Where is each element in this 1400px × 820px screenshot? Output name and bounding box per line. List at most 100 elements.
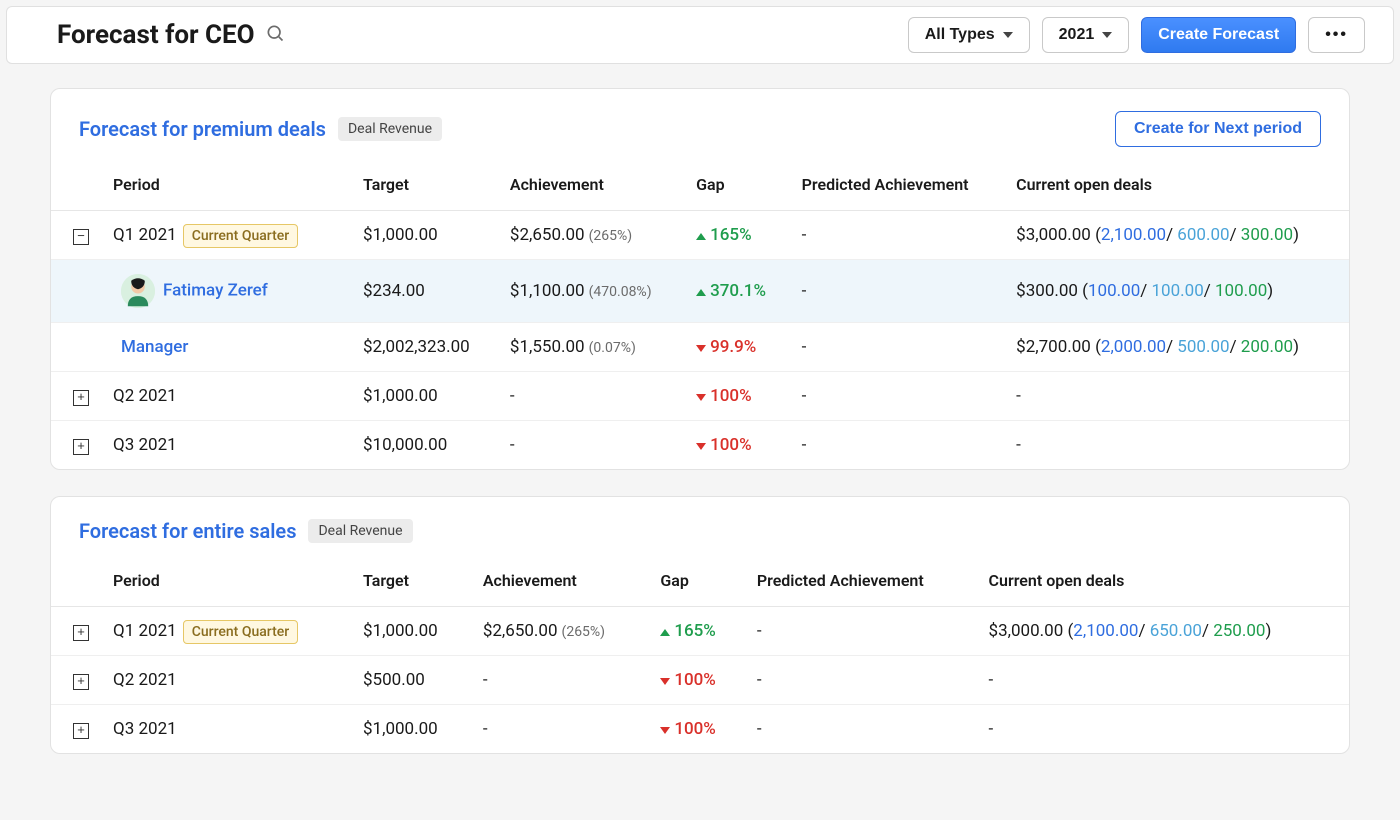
gap-value: 100% bbox=[660, 670, 716, 690]
expand-icon[interactable]: + bbox=[73, 390, 89, 406]
type-filter-dropdown[interactable]: All Types bbox=[908, 17, 1030, 53]
gap-value: 99.9% bbox=[696, 337, 756, 357]
open-deals-value: - bbox=[1016, 386, 1021, 406]
arrow-down-icon bbox=[696, 443, 706, 450]
open-deals-value: $3,000.00 (2,100.00/ 650.00/ 250.00) bbox=[989, 621, 1272, 641]
col-period: Period bbox=[101, 561, 351, 607]
col-achievement: Achievement bbox=[498, 165, 684, 211]
predicted-value: - bbox=[757, 670, 762, 690]
target-value: $234.00 bbox=[363, 281, 425, 301]
open-deals-value: - bbox=[1016, 435, 1021, 455]
gap-value: 100% bbox=[660, 719, 716, 739]
gap-value: 370.1% bbox=[696, 281, 766, 301]
col-period: Period bbox=[101, 165, 351, 211]
table-row: Manager $2,002,323.00 $1,550.00(0.07%) 9… bbox=[51, 323, 1349, 372]
achievement-value: - bbox=[483, 670, 488, 690]
predicted-value: - bbox=[802, 281, 807, 301]
target-value: $1,000.00 bbox=[363, 621, 438, 641]
type-filter-label: All Types bbox=[925, 26, 995, 44]
expand-icon[interactable]: + bbox=[73, 674, 89, 690]
table-row: + Q3 2021 $1,000.00 - 100% - - bbox=[51, 705, 1349, 754]
page-header: Forecast for CEO All Types 2021 Create F… bbox=[6, 6, 1394, 64]
revenue-chip: Deal Revenue bbox=[308, 519, 412, 543]
arrow-up-icon bbox=[696, 233, 706, 240]
col-predicted: Predicted Achievement bbox=[790, 165, 1005, 211]
period-label: Q1 2021 bbox=[113, 621, 177, 641]
target-value: $1,000.00 bbox=[363, 386, 438, 406]
target-value: $2,002,323.00 bbox=[363, 337, 470, 357]
expand-icon[interactable]: + bbox=[73, 439, 89, 455]
expand-icon[interactable]: + bbox=[73, 723, 89, 739]
chevron-down-icon bbox=[1102, 32, 1112, 38]
chevron-down-icon bbox=[1003, 32, 1013, 38]
gap-value: 165% bbox=[696, 225, 752, 245]
period-label: Q3 2021 bbox=[113, 435, 177, 455]
achievement-value: $1,100.00(470.08%) bbox=[510, 281, 652, 301]
open-deals-value: - bbox=[989, 670, 994, 690]
target-value: $500.00 bbox=[363, 670, 425, 690]
table-row: − Q1 2021Current Quarter $1,000.00 $2,65… bbox=[51, 211, 1349, 260]
section-header: Forecast for entire sales Deal Revenue bbox=[51, 497, 1349, 561]
current-quarter-badge: Current Quarter bbox=[183, 620, 299, 644]
table-row: + Q2 2021 $500.00 - 100% - - bbox=[51, 656, 1349, 705]
col-open-deals: Current open deals bbox=[977, 561, 1349, 607]
gap-value: 100% bbox=[696, 386, 752, 406]
open-deals-value: $300.00 (100.00/ 100.00/ 100.00) bbox=[1016, 281, 1273, 301]
page-title-wrap: Forecast for CEO bbox=[57, 20, 285, 50]
section-header: Forecast for premium deals Deal Revenue … bbox=[51, 89, 1349, 165]
achievement-value: - bbox=[510, 435, 515, 455]
predicted-value: - bbox=[802, 225, 807, 245]
col-predicted: Predicted Achievement bbox=[745, 561, 977, 607]
period-label: Q2 2021 bbox=[113, 386, 177, 406]
period-label: Q1 2021 bbox=[113, 225, 177, 245]
arrow-down-icon bbox=[660, 678, 670, 685]
section-title[interactable]: Forecast for premium deals bbox=[79, 117, 326, 141]
table-row: Fatimay Zeref $234.00 $1,100.00(470.08%)… bbox=[51, 260, 1349, 323]
predicted-value: - bbox=[757, 719, 762, 739]
predicted-value: - bbox=[802, 435, 807, 455]
gap-value: 100% bbox=[696, 435, 752, 455]
col-gap: Gap bbox=[684, 165, 790, 211]
arrow-down-icon bbox=[660, 727, 670, 734]
year-filter-label: 2021 bbox=[1059, 26, 1095, 44]
forecast-section: Forecast for entire sales Deal Revenue P… bbox=[50, 496, 1350, 754]
forecast-section: Forecast for premium deals Deal Revenue … bbox=[50, 88, 1350, 470]
search-icon[interactable] bbox=[265, 20, 285, 50]
period-label: Q3 2021 bbox=[113, 719, 177, 739]
header-actions: All Types 2021 Create Forecast ••• bbox=[908, 17, 1365, 53]
col-gap: Gap bbox=[648, 561, 745, 607]
col-achievement: Achievement bbox=[471, 561, 649, 607]
forecast-table: Period Target Achievement Gap Predicted … bbox=[51, 165, 1349, 469]
achievement-value: $1,550.00(0.07%) bbox=[510, 337, 636, 357]
expand-icon[interactable]: + bbox=[73, 625, 89, 641]
more-actions-button[interactable]: ••• bbox=[1308, 17, 1365, 53]
achievement-value: - bbox=[510, 386, 515, 406]
revenue-chip: Deal Revenue bbox=[338, 117, 442, 141]
predicted-value: - bbox=[802, 337, 807, 357]
create-next-period-button[interactable]: Create for Next period bbox=[1115, 111, 1321, 147]
arrow-down-icon bbox=[696, 345, 706, 352]
open-deals-value: - bbox=[989, 719, 994, 739]
achievement-value: $2,650.00(265%) bbox=[483, 621, 605, 641]
predicted-value: - bbox=[757, 621, 762, 641]
arrow-up-icon bbox=[660, 629, 670, 636]
page-title: Forecast for CEO bbox=[57, 20, 255, 50]
open-deals-value: $2,700.00 (2,000.00/ 500.00/ 200.00) bbox=[1016, 337, 1299, 357]
user-link[interactable]: Fatimay Zeref bbox=[163, 280, 268, 300]
user-link[interactable]: Manager bbox=[121, 337, 188, 357]
col-open-deals: Current open deals bbox=[1004, 165, 1349, 211]
avatar bbox=[121, 274, 155, 308]
section-title[interactable]: Forecast for entire sales bbox=[79, 519, 296, 543]
target-value: $10,000.00 bbox=[363, 435, 447, 455]
open-deals-value: $3,000.00 (2,100.00/ 600.00/ 300.00) bbox=[1016, 225, 1299, 245]
predicted-value: - bbox=[802, 386, 807, 406]
col-target: Target bbox=[351, 165, 498, 211]
achievement-value: $2,650.00(265%) bbox=[510, 225, 632, 245]
year-filter-dropdown[interactable]: 2021 bbox=[1042, 17, 1130, 53]
current-quarter-badge: Current Quarter bbox=[183, 224, 299, 248]
period-label: Q2 2021 bbox=[113, 670, 177, 690]
collapse-icon[interactable]: − bbox=[73, 229, 89, 245]
create-forecast-button[interactable]: Create Forecast bbox=[1141, 17, 1296, 53]
arrow-up-icon bbox=[696, 289, 706, 296]
achievement-value: - bbox=[483, 719, 488, 739]
